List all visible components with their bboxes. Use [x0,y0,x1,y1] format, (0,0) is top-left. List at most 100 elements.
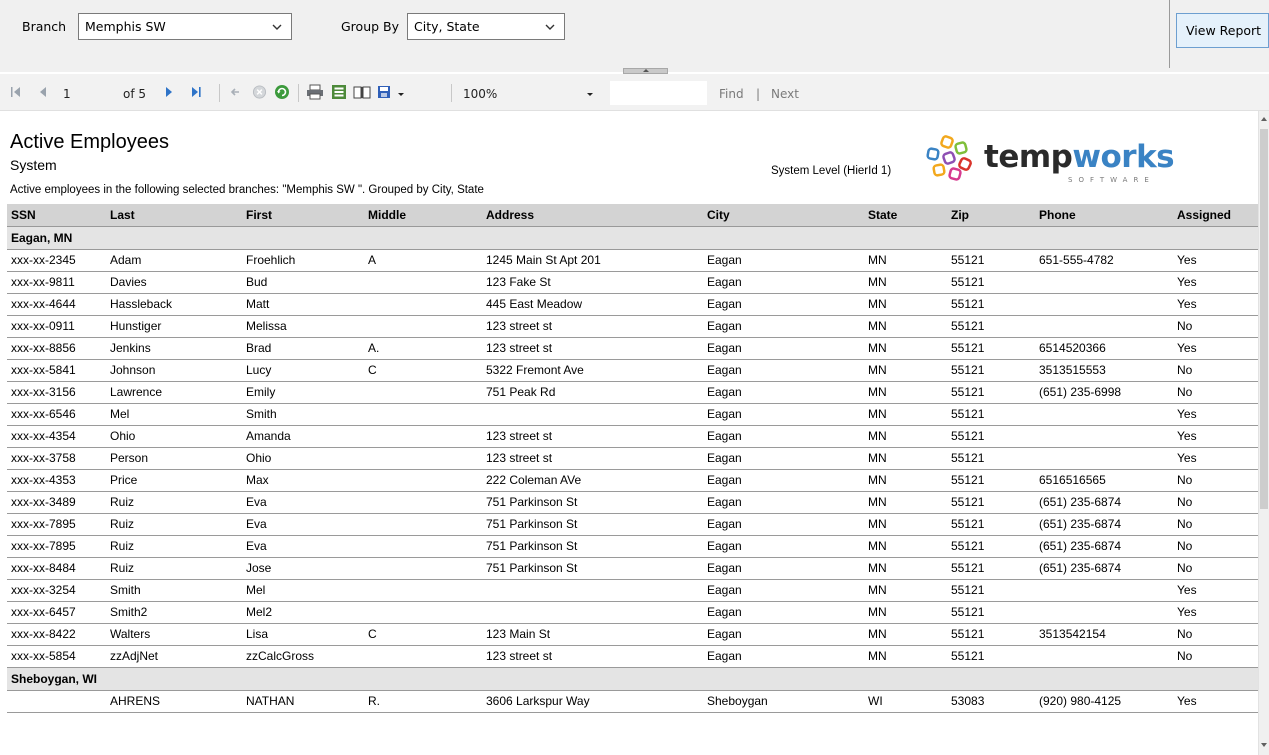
tempworks-wordmark: tempworks [984,139,1175,175]
column-header-state: State [864,204,947,227]
cell-assigned: Yes [1173,337,1258,360]
cell-last: Lawrence [106,381,242,404]
cell-assigned: Yes [1173,249,1258,272]
cell-middle [364,491,482,514]
cell-city: Eagan [703,425,864,448]
cell-first: zzCalcGross [242,645,364,668]
cell-first: Lisa [242,623,364,646]
cell-last: Hunstiger [106,315,242,338]
cell-zip: 55121 [947,337,1035,360]
scroll-down-icon[interactable] [1261,743,1267,747]
previous-page-icon[interactable] [38,84,48,100]
table-row: xxx-xx-5841 Johnson Lucy C 5322 Fremont Ave E… [7,359,1258,382]
print-layout-icon[interactable] [331,84,347,100]
cell-first: Melissa [242,315,364,338]
cell-first: NATHAN [242,690,364,713]
cell-zip: 55121 [947,447,1035,470]
back-icon[interactable] [229,84,241,100]
table-row: xxx-xx-5854 zzAdjNet zzCalcGross 123 street… [7,645,1258,668]
page-setup-icon[interactable] [353,84,371,100]
cell-assigned: No [1173,491,1258,514]
cell-phone: 651-555-4782 [1035,249,1173,272]
refresh-icon[interactable] [274,84,290,100]
scrollbar-thumb[interactable] [1260,129,1268,509]
cell-state: WI [864,690,947,713]
cell-address: 123 street st [482,645,703,668]
cell-last: Walters [106,623,242,646]
cell-last: Ohio [106,425,242,448]
cell-zip: 55121 [947,249,1035,272]
table-header-row: SSN Last First Middle Address City State Zip Pho… [7,204,1258,227]
cell-phone [1035,645,1173,668]
vertical-scrollbar[interactable] [1258,111,1269,755]
parameter-panel: Branch Memphis SW Group By City, State V… [0,0,1269,72]
cell-state: MN [864,491,947,514]
cell-phone [1035,425,1173,448]
cell-last: Mel [106,403,242,426]
cell-middle: C [364,359,482,382]
cell-assigned: Yes [1173,579,1258,602]
report-viewport: Active Employees System Active employees… [0,111,1258,755]
cell-city: Eagan [703,579,864,602]
cell-state: MN [864,271,947,294]
cell-first: Mel [242,579,364,602]
cell-state: MN [864,337,947,360]
branch-select[interactable]: Memphis SW [78,13,292,40]
column-header-address: Address [482,204,703,227]
cell-address: 1245 Main St Apt 201 [482,249,703,272]
cell-state: MN [864,579,947,602]
cell-assigned: No [1173,557,1258,580]
current-page-input[interactable]: 1 [63,87,71,101]
branch-select-value: Memphis SW [85,19,166,34]
cell-middle: C [364,623,482,646]
cell-ssn: xxx-xx-8422 [7,623,106,646]
param-divider [1169,0,1170,68]
column-header-first: First [242,204,364,227]
next-page-icon[interactable] [164,84,174,100]
export-icon[interactable] [377,84,395,100]
cell-ssn: xxx-xx-8856 [7,337,106,360]
table-row: xxx-xx-4644 Hassleback Matt 445 East Meadow… [7,293,1258,316]
zoom-select[interactable]: 100% [463,87,497,101]
cell-last: Adam [106,249,242,272]
find-button[interactable]: Find [719,87,744,101]
cell-middle [364,425,482,448]
cell-middle [364,601,482,624]
cell-zip: 55121 [947,315,1035,338]
cell-middle [364,293,482,316]
cell-phone: 3513542154 [1035,623,1173,646]
cell-assigned: No [1173,469,1258,492]
print-icon[interactable] [306,84,324,100]
last-page-icon[interactable] [190,84,202,100]
next-button[interactable]: Next [771,87,799,101]
cell-zip: 55121 [947,359,1035,382]
cell-first: Froehlich [242,249,364,272]
export-dropdown-icon[interactable] [397,84,405,100]
page-count: of 5 [123,87,147,101]
cell-state: MN [864,557,947,580]
cell-city: Eagan [703,491,864,514]
cell-middle: A [364,249,482,272]
stop-icon[interactable] [252,84,267,100]
groupby-select-value: City, State [414,19,480,34]
toolbar-separator [298,84,299,102]
system-level-label: System Level (HierId 1) [771,165,892,177]
scroll-up-icon[interactable] [1261,117,1267,121]
view-report-button[interactable]: View Report [1176,13,1269,48]
cell-last: Person [106,447,242,470]
cell-ssn: xxx-xx-4354 [7,425,106,448]
cell-assigned: No [1173,645,1258,668]
cell-zip: 55121 [947,645,1035,668]
cell-state: MN [864,469,947,492]
find-input[interactable] [610,81,707,105]
zoom-dropdown-icon[interactable] [586,84,594,100]
cell-zip: 55121 [947,579,1035,602]
cell-city: Eagan [703,469,864,492]
cell-city: Eagan [703,557,864,580]
cell-city: Eagan [703,293,864,316]
groupby-select[interactable]: City, State [407,13,565,40]
cell-first: Lucy [242,359,364,382]
first-page-icon[interactable] [10,84,22,100]
report-toolbar: 1 of 5 100% Find | Next [0,74,1269,111]
cell-address: 123 street st [482,425,703,448]
